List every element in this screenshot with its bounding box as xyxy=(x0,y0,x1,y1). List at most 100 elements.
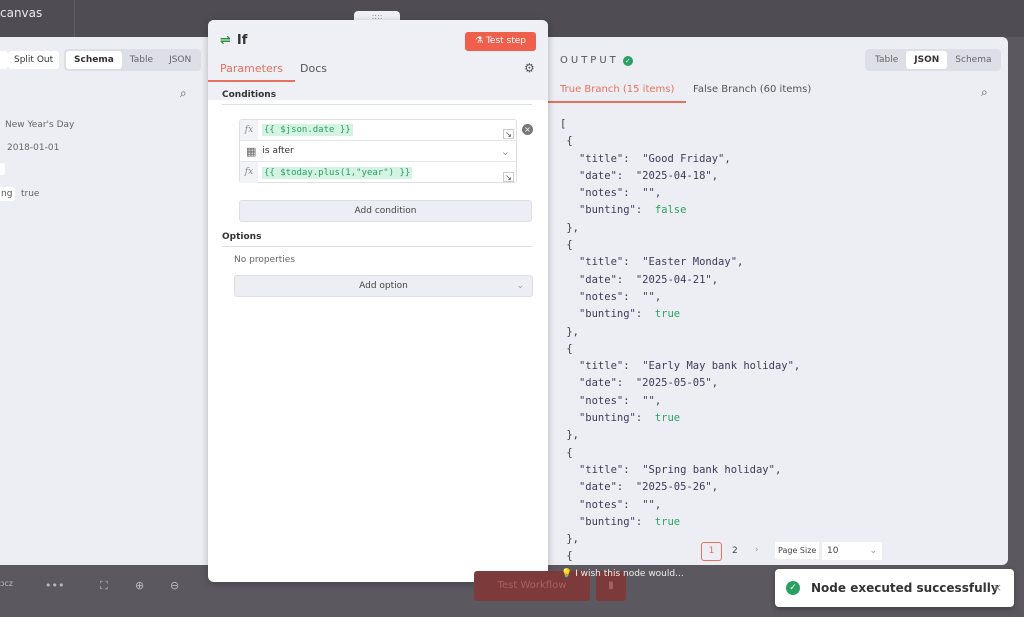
json-output: [ { "title": "Good Friday", "date": "202… xyxy=(560,116,800,566)
more-icon[interactable]: ••• xyxy=(45,579,64,592)
test-step-button[interactable]: ⚗ Test step xyxy=(465,32,536,51)
field-value: New Year's Day xyxy=(5,120,75,130)
chevron-down-icon: ⌄ xyxy=(500,144,510,158)
success-toast: ✓ Node executed successfully × xyxy=(775,569,1014,607)
lightbulb-icon: 💡 xyxy=(561,569,576,579)
json-field-date: "date": "2025-04-18", xyxy=(560,169,719,182)
input-view-switch: Schema Table JSON xyxy=(64,49,202,71)
json-object-close: }, xyxy=(560,325,579,338)
toast-message: Node executed successfully xyxy=(811,581,999,595)
node-header: ⇌ If ⚗ Test step Parameters Docs ⚙ xyxy=(208,20,548,100)
right-expression: {{ $today.plus(1,"year") }} xyxy=(262,166,413,179)
feedback-text: I wish this node would... xyxy=(575,569,684,579)
input-panel: Split Out Schema Table JSON ⌕ New Year's… xyxy=(0,37,208,565)
expand-icon[interactable]: ↘ xyxy=(503,172,514,182)
fit-view-icon[interactable]: ⛶ xyxy=(100,579,108,593)
view-schema[interactable]: Schema xyxy=(66,51,122,69)
json-object-close: }, xyxy=(560,533,579,546)
json-object-close: }, xyxy=(560,221,579,234)
page-2[interactable]: 2 xyxy=(732,546,738,556)
json-object-close: }, xyxy=(560,429,579,442)
signpost-icon: ⇌ xyxy=(220,33,231,48)
left-expression: {{ $json.date }} xyxy=(262,124,353,136)
json-field-date: "date": "2025-04-21", xyxy=(560,273,719,286)
zoom-in-icon[interactable]: ⊕ xyxy=(135,579,144,592)
node-title: ⇌ If xyxy=(220,33,247,48)
workflow-title: canvas xyxy=(0,6,43,20)
close-icon[interactable]: × xyxy=(993,581,1002,594)
json-object-open: { xyxy=(560,135,573,148)
conditions-heading: Conditions xyxy=(222,90,532,105)
page-1[interactable]: 1 xyxy=(701,542,722,561)
json-field-bunting: "bunting": true xyxy=(560,308,681,321)
view-schema[interactable]: Schema xyxy=(947,51,999,69)
json-field-title: "title": "Spring bank holiday", xyxy=(560,463,782,476)
output-header: OUTPUT ✓ xyxy=(560,55,633,66)
test-step-label: Test step xyxy=(485,36,526,46)
output-view-switch: Table JSON Schema xyxy=(865,49,1002,71)
view-table[interactable]: Table xyxy=(122,51,161,69)
json-field-date: "date": "2025-05-26", xyxy=(560,481,719,494)
json-field-bunting: "bunting": true xyxy=(560,515,681,528)
output-label: OUTPUT xyxy=(560,55,619,66)
field-key xyxy=(0,163,5,175)
no-properties-text: No properties xyxy=(234,255,296,265)
view-json[interactable]: JSON xyxy=(161,51,199,69)
feedback-link[interactable]: 💡 I wish this node would... xyxy=(561,569,684,579)
operator-value: is after xyxy=(262,146,294,156)
tab-false-branch[interactable]: False Branch (60 items) xyxy=(693,84,811,95)
field-value: 2018-01-01 xyxy=(7,143,60,153)
json-field-notes: "notes": "", xyxy=(560,498,662,511)
add-option-label: Add option xyxy=(359,281,408,291)
node-settings-panel: ⇌ If ⚗ Test step Parameters Docs ⚙ Condit… xyxy=(208,20,548,582)
right-value-input[interactable]: fx {{ $today.plus(1,"year") }} ↘ xyxy=(240,162,516,183)
chevron-down-icon: ⌄ xyxy=(869,546,877,556)
json-object-open: { xyxy=(560,239,573,252)
left-value-input[interactable]: fx {{ $json.date }} ↘ xyxy=(240,120,516,141)
output-panel: OUTPUT ✓ Table JSON Schema True Branch (1… xyxy=(548,37,1008,565)
search-icon[interactable]: ⌕ xyxy=(981,85,988,100)
json-field-title: "title": "Easter Monday", xyxy=(560,256,744,269)
operator-select[interactable]: ▦ is after ⌄ xyxy=(240,141,516,162)
tab-parameters[interactable]: Parameters xyxy=(208,62,295,82)
add-condition-button[interactable]: Add condition xyxy=(239,200,532,222)
expand-icon[interactable]: ↘ xyxy=(503,129,514,139)
json-object-open: { xyxy=(560,446,573,459)
field-key: ng xyxy=(0,187,16,201)
tab-true-branch[interactable]: True Branch (15 items) xyxy=(548,84,687,103)
add-option-select[interactable]: Add option ⌄ xyxy=(234,275,533,297)
node-name: If xyxy=(236,33,248,48)
check-circle-icon: ✓ xyxy=(622,55,633,66)
view-json[interactable]: JSON xyxy=(906,51,948,69)
json-bracket: [ xyxy=(560,118,567,130)
remove-condition-icon[interactable]: × xyxy=(522,124,533,135)
page-size-value: 10 xyxy=(827,546,839,556)
next-page-button[interactable]: › xyxy=(755,545,759,555)
json-field-date: "date": "2025-05-05", xyxy=(560,377,719,390)
page-size-label: Page Size xyxy=(775,542,820,559)
split-out-node-button[interactable]: Split Out xyxy=(8,51,60,69)
chevron-down-icon: ⌄ xyxy=(516,281,524,291)
condition-row: fx {{ $json.date }} ↘ ▦ is after ⌄ fx {{ $tod… xyxy=(239,119,517,183)
json-field-bunting: "bunting": true xyxy=(560,412,681,425)
json-field-title: "title": "Early May bank holiday", xyxy=(560,360,801,373)
json-field-notes: "notes": "", xyxy=(560,187,662,200)
view-table[interactable]: Table xyxy=(867,51,906,69)
json-object-open: { xyxy=(560,550,573,563)
tab-docs[interactable]: Docs xyxy=(300,62,327,75)
zoom-out-icon[interactable]: ⊖ xyxy=(170,579,179,592)
field-value: true xyxy=(21,189,40,199)
fx-icon: fx xyxy=(240,162,258,183)
json-field-bunting: "bunting": false xyxy=(560,204,687,217)
divider xyxy=(74,0,75,37)
check-circle-icon: ✓ xyxy=(786,581,800,595)
canvas-label: ɔcz xyxy=(0,579,13,588)
flask-icon: ⚗ xyxy=(475,36,486,46)
gear-icon[interactable]: ⚙ xyxy=(524,61,535,75)
json-field-notes: "notes": "", xyxy=(560,394,662,407)
prev-node-button[interactable] xyxy=(0,51,8,69)
json-field-notes: "notes": "", xyxy=(560,290,662,303)
search-icon[interactable]: ⌕ xyxy=(180,86,187,101)
page-size-select[interactable]: 10 ⌄ xyxy=(822,542,882,560)
options-heading: Options xyxy=(222,232,532,247)
